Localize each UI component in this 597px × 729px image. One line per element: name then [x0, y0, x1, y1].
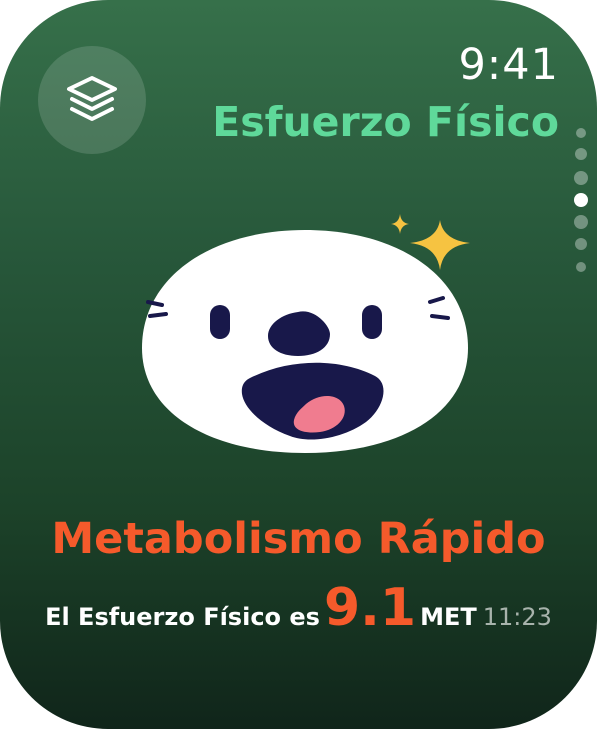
page-dot — [576, 262, 586, 272]
met-unit: MET — [420, 603, 477, 631]
page-dot — [574, 215, 588, 229]
stack-layers-icon — [67, 76, 117, 121]
page-dot — [575, 238, 587, 250]
happy-seal-mascot-icon — [142, 214, 470, 453]
sparkle-small-icon — [391, 214, 409, 234]
measurement-time: 11:23 — [482, 603, 552, 631]
watch-screen: 9:41 Esfuerzo Físico Metabolismo Rápido … — [0, 0, 597, 729]
page-dot-active — [574, 193, 588, 207]
status-time: 9:41 — [458, 40, 559, 90]
result-summary: El Esfuerzo Físico es9.1 MET 11:23 — [0, 578, 597, 638]
met-value: 9.1 — [323, 578, 417, 638]
summary-lead-text: El Esfuerzo Físico es — [45, 603, 320, 631]
page-dot — [575, 148, 587, 160]
layers-menu-button[interactable] — [38, 46, 146, 154]
page-dot — [576, 128, 586, 138]
result-headline: Metabolismo Rápido — [51, 514, 546, 564]
page-title: Esfuerzo Físico — [212, 98, 559, 146]
page-dot — [574, 171, 588, 185]
